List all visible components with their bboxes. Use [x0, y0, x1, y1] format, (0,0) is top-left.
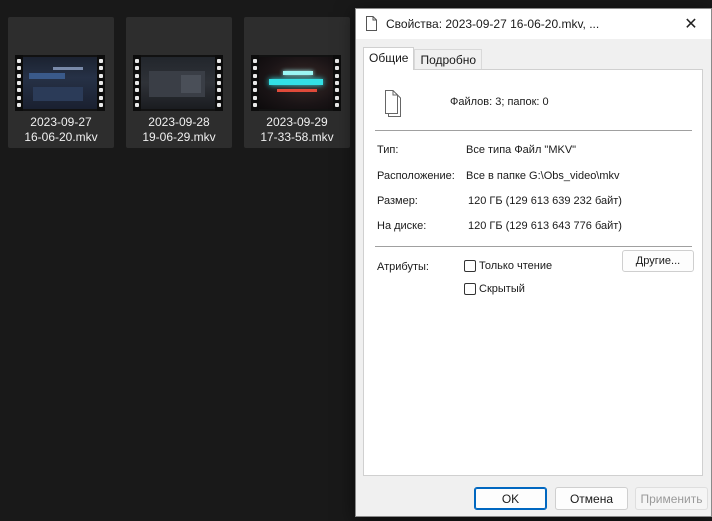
disk-size-value: 120 ГБ (129 613 643 776 байт)	[468, 220, 622, 232]
file-tile[interactable]: 2023-09-27 16-06-20.mkv	[8, 17, 114, 148]
film-strip-icon	[333, 55, 341, 111]
document-icon	[366, 16, 377, 31]
divider	[375, 130, 692, 131]
divider	[375, 246, 692, 247]
film-strip-icon	[133, 55, 141, 111]
multiple-files-icon	[385, 90, 401, 117]
apply-button[interactable]: Применить	[635, 487, 708, 510]
tab-details[interactable]: Подробно	[414, 49, 483, 69]
cancel-button[interactable]: Отмена	[555, 487, 628, 510]
tab-bar: Общие Подробно	[363, 47, 483, 70]
video-frame-preview	[141, 57, 215, 109]
dialog-titlebar[interactable]: Свойства: 2023-09-27 16-06-20.mkv, ... ✕	[356, 9, 711, 39]
hidden-checkbox-row[interactable]: Скрытый	[464, 283, 525, 295]
film-strip-icon	[251, 55, 259, 111]
film-strip-icon	[97, 55, 105, 111]
file-tile[interactable]: 2023-09-28 19-06-29.mkv	[126, 17, 232, 148]
hidden-checkbox[interactable]	[464, 283, 476, 295]
video-thumbnail	[133, 55, 223, 111]
close-icon: ✕	[684, 16, 698, 33]
dialog-title: Свойства: 2023-09-27 16-06-20.mkv, ...	[386, 17, 600, 31]
video-thumbnail	[15, 55, 105, 111]
readonly-checkbox-row[interactable]: Только чтение	[464, 260, 552, 272]
size-value: 120 ГБ (129 613 639 232 байт)	[468, 195, 622, 207]
selection-summary: Файлов: 3; папок: 0	[450, 96, 549, 108]
location-value: Все в папке G:\Obs_video\mkv	[466, 170, 620, 182]
close-button[interactable]: ✕	[671, 9, 711, 39]
tab-general[interactable]: Общие	[363, 47, 415, 70]
file-name: 2023-09-27 16-06-20.mkv	[24, 115, 98, 144]
readonly-checkbox[interactable]	[464, 260, 476, 272]
video-frame-preview	[23, 57, 97, 109]
readonly-label: Только чтение	[479, 260, 553, 272]
file-name: 2023-09-29 17-33-58.mkv	[260, 115, 334, 144]
type-value: Все типа Файл "MKV"	[466, 144, 577, 156]
general-panel: Файлов: 3; папок: 0 Тип: Все типа Файл "…	[363, 69, 703, 476]
file-name: 2023-09-28 19-06-29.mkv	[142, 115, 216, 144]
location-label: Расположение:	[377, 170, 455, 182]
film-strip-icon	[215, 55, 223, 111]
properties-dialog: Свойства: 2023-09-27 16-06-20.mkv, ... ✕…	[355, 8, 712, 517]
size-label: Размер:	[377, 195, 418, 207]
hidden-label: Скрытый	[479, 283, 525, 295]
other-attributes-button[interactable]: Другие...	[622, 250, 694, 272]
type-label: Тип:	[377, 144, 399, 156]
attributes-label: Атрибуты:	[377, 261, 429, 273]
video-frame-preview	[259, 57, 333, 109]
film-strip-icon	[15, 55, 23, 111]
ok-button[interactable]: OK	[474, 487, 547, 510]
disk-size-label: На диске:	[377, 220, 427, 232]
file-tile[interactable]: 2023-09-29 17-33-58.mkv	[244, 17, 350, 148]
video-thumbnail	[251, 55, 341, 111]
